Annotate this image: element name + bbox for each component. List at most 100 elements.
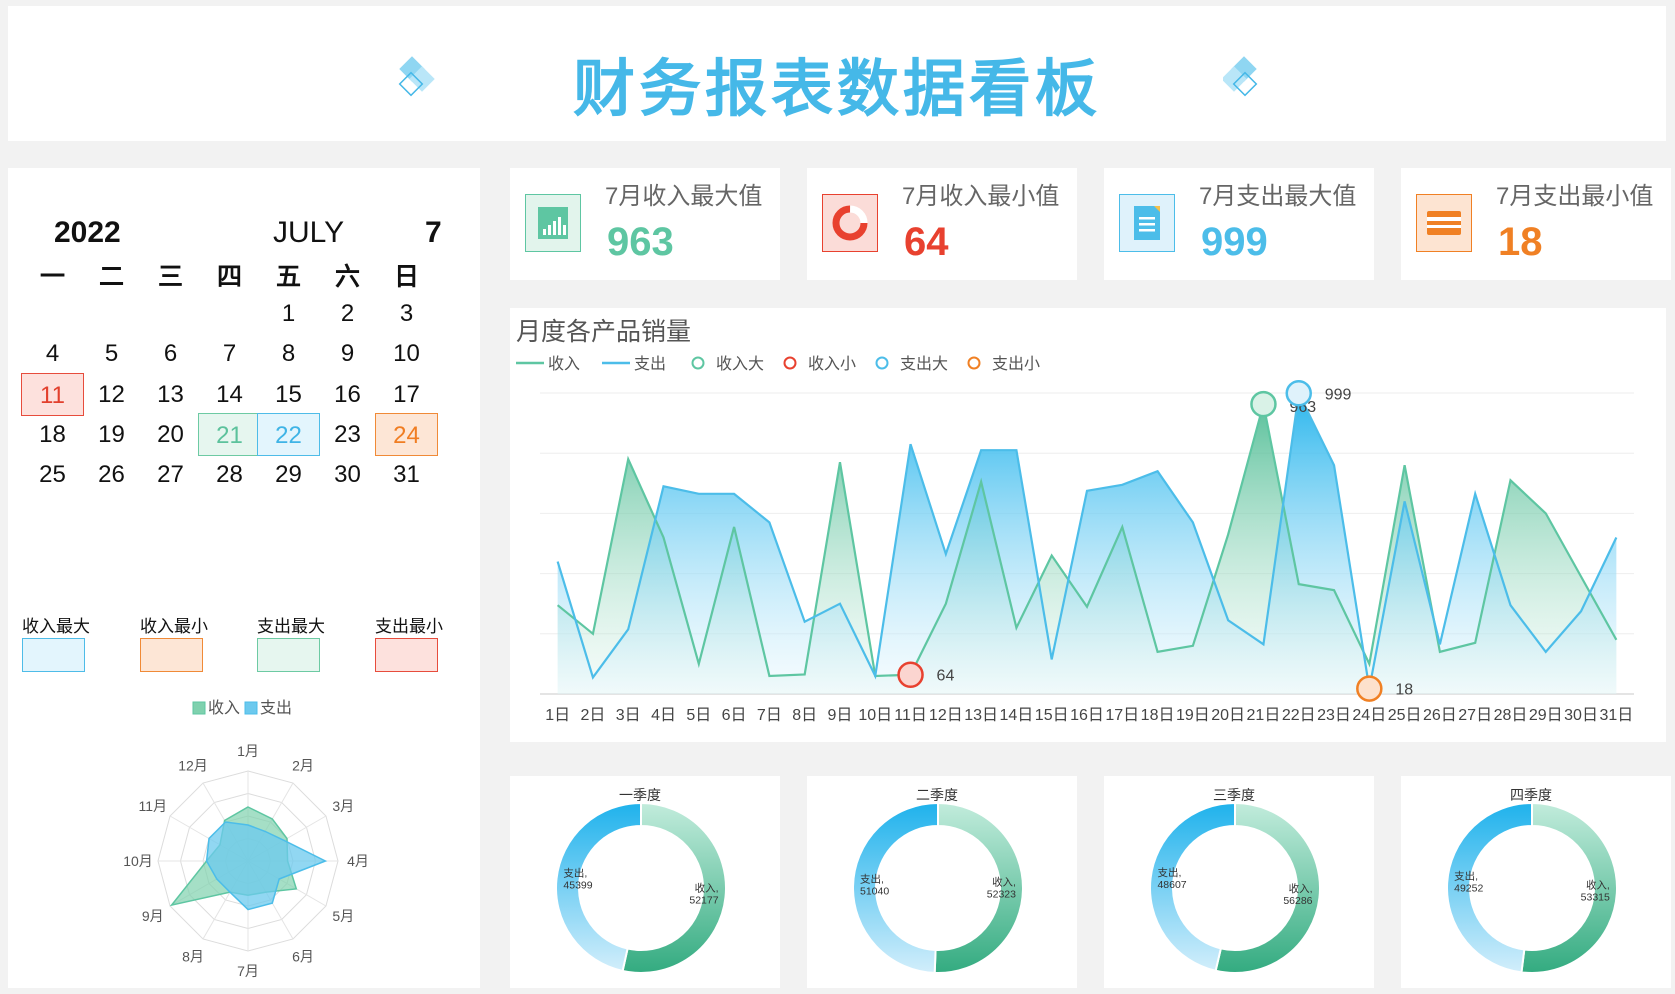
- extreme-marker[interactable]: [1250, 390, 1277, 418]
- donut-slice-label: 支出,: [1454, 870, 1478, 883]
- calendar-day[interactable]: 9: [316, 332, 379, 375]
- radar-legend-label[interactable]: 收入: [208, 699, 240, 717]
- donut-chart: 一季度收入,52177 支出,45399: [555, 787, 727, 974]
- calendar-day[interactable]: 25: [21, 453, 84, 496]
- weekday-header: 一: [39, 263, 65, 291]
- calendar-day[interactable]: 30: [316, 453, 379, 496]
- legend-marker-swatch: [783, 356, 797, 370]
- radar-axis-label: 11月: [138, 798, 167, 814]
- kpi-value: 64: [904, 220, 949, 264]
- kpi-value: 963: [607, 220, 674, 264]
- radar-axis-label: 12月: [178, 758, 208, 774]
- legend-label[interactable]: 收入: [548, 355, 580, 373]
- kpi-label: 7月收入最小值: [902, 183, 1060, 210]
- calendar-day[interactable]: 4: [21, 332, 84, 375]
- legend-label[interactable]: 支出大: [900, 355, 948, 373]
- calendar-day[interactable]: 11: [21, 372, 84, 416]
- calendar-day[interactable]: 29: [257, 453, 320, 496]
- calendar-day[interactable]: 17: [375, 373, 438, 416]
- line-chart-panel: 月度各产品销量 1日 2日 3日 4日 5日 6日 7日 8日 9日 10日 11日 12日 13日 14…: [510, 308, 1666, 742]
- kpi-value: 999: [1201, 220, 1268, 264]
- x-tick-label: 16日: [1070, 707, 1104, 724]
- calendar-day[interactable]: 8: [257, 332, 320, 375]
- calendar-day[interactable]: 18: [21, 413, 84, 456]
- extreme-marker[interactable]: [1356, 675, 1383, 702]
- calendar-day[interactable]: 10: [375, 332, 438, 375]
- x-tick-label: 23日: [1317, 707, 1351, 724]
- calendar-day[interactable]: 21: [198, 412, 261, 456]
- calendar-day[interactable]: 22: [257, 412, 320, 456]
- calendar-month-name: JULY: [273, 216, 345, 249]
- quarter-donut-panel: 一季度 收入, 52177 支出, 45399: [510, 776, 780, 988]
- legend-marker-swatch: [967, 356, 981, 370]
- donut-slice-label: 51040: [860, 886, 889, 898]
- document-icon: [1119, 194, 1175, 252]
- calendar-day[interactable]: 13: [139, 373, 202, 416]
- legend-label[interactable]: 收入小: [808, 355, 856, 373]
- calendar-day[interactable]: 31: [375, 453, 438, 496]
- legend-label[interactable]: 支出小: [992, 355, 1040, 373]
- kpi-card: 7月收入最小值 64: [807, 168, 1077, 280]
- line-chart: 1日 2日 3日 4日 5日 6日 7日 8日 9日 10日 11日 12日 13日 14日 15日 16日 1…: [516, 355, 1634, 724]
- extreme-marker[interactable]: [1285, 380, 1312, 407]
- x-tick-label: 21日: [1247, 707, 1281, 724]
- calendar-day[interactable]: 14: [198, 373, 261, 416]
- radar-legend-label[interactable]: 支出: [260, 699, 292, 717]
- x-tick-label: 18日: [1141, 707, 1175, 724]
- x-tick-label: 15日: [1035, 707, 1069, 724]
- calendar-day[interactable]: 6: [139, 332, 202, 375]
- calendar-day[interactable]: 26: [80, 453, 143, 496]
- radar-chart: 1月 2月 3月 4月 5月 6月 7月 8月 9月 10月 11月 12月 收入 支出: [123, 699, 369, 979]
- legend-label: 收入最大: [22, 617, 90, 636]
- x-tick-label: 30日: [1564, 707, 1598, 724]
- calendar-day[interactable]: 20: [139, 413, 202, 456]
- x-tick-label: 3日: [616, 707, 641, 724]
- quarter-donut-panel: 三季度 收入, 56286 支出, 48607: [1104, 776, 1374, 988]
- calendar-day[interactable]: 2: [316, 292, 379, 335]
- calendar-day[interactable]: 19: [80, 413, 143, 456]
- extreme-marker[interactable]: [897, 661, 924, 688]
- legend-label[interactable]: 收入大: [716, 355, 764, 373]
- donut-slice-label: 支出,: [563, 866, 587, 879]
- kpi-card: 7月支出最小值 18: [1401, 168, 1671, 280]
- donut-title: 四季度: [1510, 787, 1552, 803]
- donut-slice-label: 收入,: [695, 882, 719, 895]
- x-tick-label: 31日: [1599, 707, 1633, 724]
- x-tick-label: 22日: [1282, 707, 1316, 724]
- x-tick-label: 12日: [929, 707, 963, 724]
- calendar-day[interactable]: 15: [257, 373, 320, 416]
- calendar-day[interactable]: 24: [375, 412, 438, 456]
- x-tick-label: 11日: [894, 707, 927, 724]
- calendar-day[interactable]: 5: [80, 332, 143, 375]
- calendar-day[interactable]: 28: [198, 453, 261, 496]
- calendar-day[interactable]: 1: [257, 292, 320, 335]
- donut-slice-label: 支出,: [1157, 866, 1181, 879]
- donut-slice-label: 52323: [987, 888, 1016, 900]
- radar-series-1: [205, 821, 328, 911]
- x-tick-label: 10日: [858, 707, 892, 724]
- x-tick-label: 2日: [580, 707, 605, 724]
- x-tick-label: 28日: [1494, 707, 1528, 724]
- calendar-day[interactable]: 27: [139, 453, 202, 496]
- x-tick-label: 14日: [1000, 707, 1034, 724]
- legend-swatch: [375, 638, 438, 672]
- x-tick-label: 7日: [757, 707, 782, 724]
- radar-axis-label: 10月: [123, 853, 153, 869]
- calendar-day[interactable]: 3: [375, 292, 438, 335]
- calendar-day[interactable]: 7: [198, 332, 261, 375]
- header-panel: 财务报表数据看板: [8, 6, 1666, 141]
- calendar-day[interactable]: 23: [316, 413, 379, 456]
- bar-chart-icon: [525, 194, 581, 252]
- x-tick-label: 1日: [545, 707, 570, 724]
- donut-slice-label: 48607: [1157, 879, 1186, 891]
- legend-label[interactable]: 支出: [634, 355, 666, 373]
- calendar-day[interactable]: 12: [80, 373, 143, 416]
- legend-marker-swatch: [691, 356, 705, 370]
- donut-slice-label: 45399: [563, 879, 592, 891]
- x-tick-label: 13日: [964, 707, 998, 724]
- x-tick-label: 24日: [1352, 707, 1386, 724]
- calendar-day[interactable]: 16: [316, 373, 379, 416]
- donut-chart: 三季度收入,56286 支出,48607: [1149, 787, 1321, 974]
- x-tick-label: 4日: [651, 707, 676, 724]
- radar-axis-label: 1月: [237, 743, 259, 759]
